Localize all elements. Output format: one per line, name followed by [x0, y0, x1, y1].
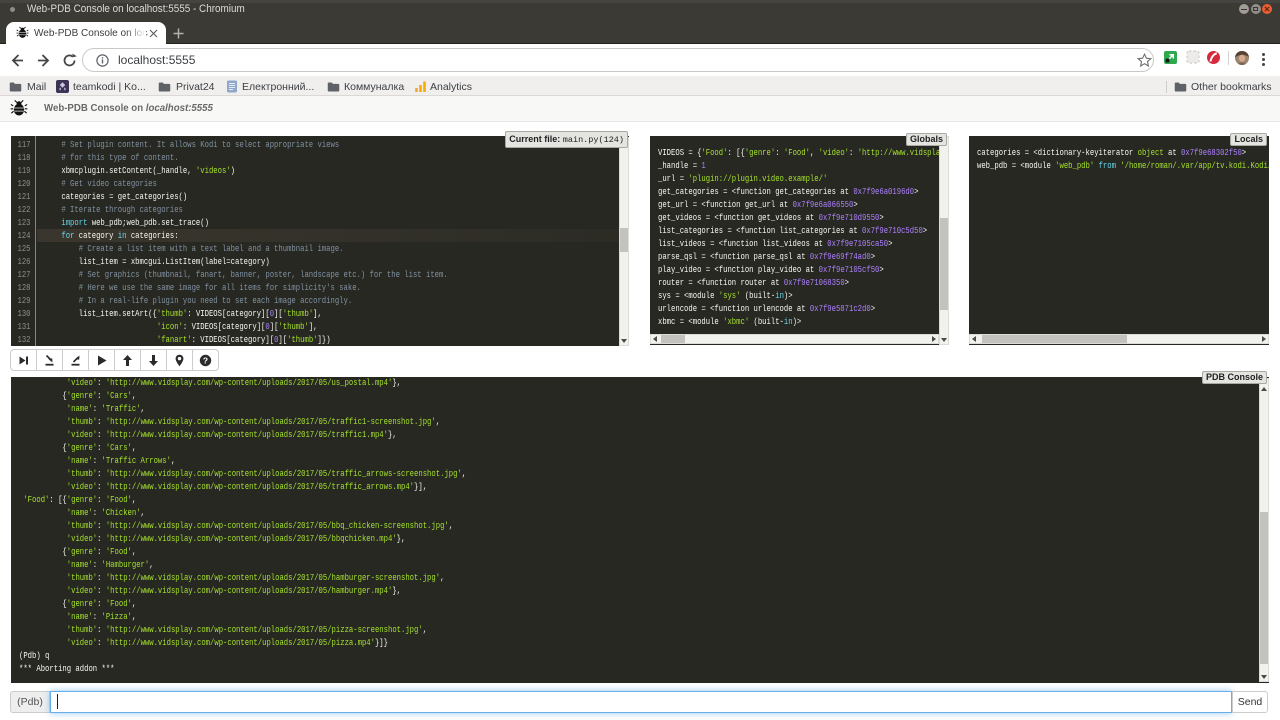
- svg-text:?: ?: [203, 355, 208, 365]
